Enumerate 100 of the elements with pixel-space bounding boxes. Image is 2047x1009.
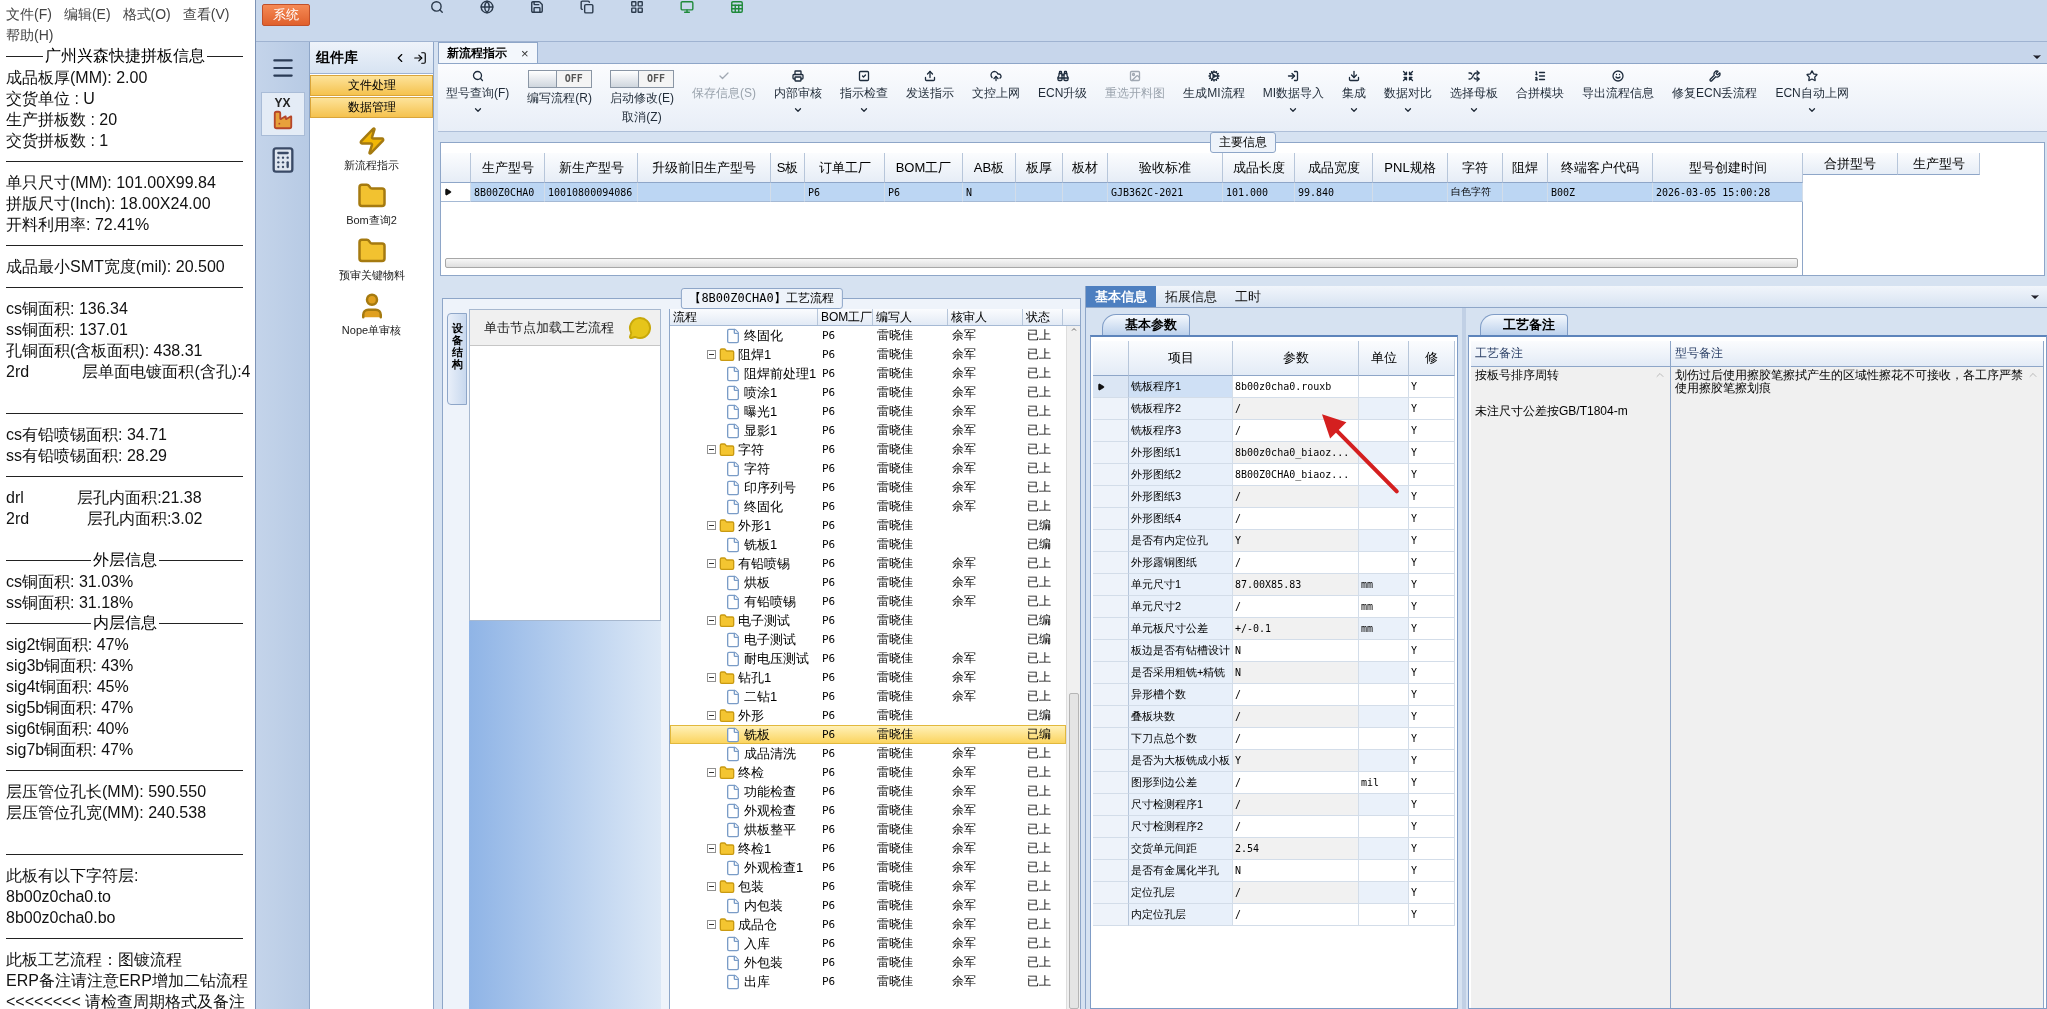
toolbar-button[interactable]: 集成: [1340, 68, 1369, 131]
table-row[interactable]: 是否为大板铣成小板 Y Y: [1093, 750, 1455, 772]
toolbar-button[interactable]: ECN升级: [1036, 68, 1090, 131]
tree-row[interactable]: 内包装 P6 雷晓佳 余军 已上: [670, 896, 1066, 915]
save-icon[interactable]: [530, 0, 544, 14]
collapse-icon[interactable]: [707, 768, 716, 777]
table-row[interactable]: 铣板程序1 8b00z0cha0.rouxb Y: [1093, 376, 1455, 398]
component-item[interactable]: 新流程指示: [344, 158, 399, 173]
toolbar-button[interactable]: 选择母板: [1448, 68, 1501, 131]
tree-row[interactable]: 有铅喷锡 P6 雷晓佳 余军 已上: [670, 592, 1066, 611]
column-header[interactable]: 状态: [1023, 309, 1063, 325]
tree-row[interactable]: 包装 P6 雷晓佳 余军 已上: [670, 877, 1066, 896]
collapse-icon[interactable]: [707, 445, 716, 454]
column-header[interactable]: 生产型号: [1898, 153, 1980, 175]
table-row[interactable]: 8B00Z0CHA0 10010800094086 P6 P6 N GJB362C-2021 101.000 99.840 白色字符 B00Z 2026-03-05 15:00:28: [441, 183, 1802, 202]
column-header[interactable]: 终端客户代码: [1548, 153, 1653, 183]
table-row[interactable]: 下刀点总个数 / Y: [1093, 728, 1455, 750]
table-row[interactable]: 是否采用粗铣+精铣 N Y: [1093, 662, 1455, 684]
table-row[interactable]: 单元尺寸2 / mm Y: [1093, 596, 1455, 618]
column-header[interactable]: 型号创建时间: [1653, 153, 1803, 183]
toolbar-button[interactable]: 修复ECN丢流程: [1670, 68, 1760, 131]
component-item[interactable]: 预审关键物料: [338, 268, 405, 283]
table-row[interactable]: 外形图纸1 8b00z0cha0_biaoz... Y: [1093, 442, 1455, 464]
tree-row[interactable]: 功能检查 P6 雷晓佳 余军 已上: [670, 782, 1066, 801]
toolbar-button[interactable]: ECN自动上网: [1773, 68, 1851, 131]
toolbar-button[interactable]: 合拼模块: [1514, 68, 1567, 131]
table-row[interactable]: 外形露铜图纸 / Y: [1093, 552, 1455, 574]
collapse-icon[interactable]: [707, 673, 716, 682]
table-row[interactable]: 外形图纸2 8B00Z0CHA0_biaoz... Y: [1093, 464, 1455, 486]
section-button[interactable]: 数据管理: [310, 97, 433, 118]
column-header[interactable]: 成品长度: [1223, 153, 1295, 183]
toolbar-button[interactable]: 指示检查: [838, 68, 890, 131]
component-item[interactable]: Nope单审核: [341, 323, 402, 338]
table-row[interactable]: 铣板程序2 / Y: [1093, 398, 1455, 420]
collapse-icon[interactable]: [707, 559, 716, 568]
factory-logo[interactable]: YX: [260, 92, 305, 136]
tree-row[interactable]: 终固化 P6 雷晓佳 余军 已上: [670, 326, 1066, 345]
sign-in-icon[interactable]: [413, 50, 427, 65]
tab[interactable]: 工艺备注: [1480, 314, 1568, 335]
tree-row[interactable]: 电子测试 P6 雷晓佳 已编: [670, 630, 1066, 649]
column-header[interactable]: 升级前旧生产型号: [638, 153, 771, 183]
menu-item[interactable]: 查看(V): [182, 4, 230, 25]
collapse-icon[interactable]: [707, 920, 716, 929]
column-header[interactable]: PNL规格: [1373, 153, 1448, 183]
column-header[interactable]: 项目: [1129, 341, 1233, 376]
tree-row[interactable]: 入库 P6 雷晓佳 余军 已上: [670, 934, 1066, 953]
collapse-icon[interactable]: [707, 521, 716, 530]
column-header[interactable]: 阻焊: [1503, 153, 1548, 183]
column-header[interactable]: 型号备注: [1671, 341, 2044, 366]
grid-icon[interactable]: [630, 0, 644, 14]
collapse-icon[interactable]: [707, 844, 716, 853]
column-header[interactable]: 订单工厂: [805, 153, 885, 183]
collapse-icon[interactable]: [707, 711, 716, 720]
table-row[interactable]: 交货单元间距 2.54 Y: [1093, 838, 1455, 860]
table-row[interactable]: 外形图纸3 / Y: [1093, 486, 1455, 508]
tree-row[interactable]: 耐电压测试 P6 雷晓佳 余军 已上: [670, 649, 1066, 668]
tree-row[interactable]: 终固化 P6 雷晓佳 余军 已上: [670, 497, 1066, 516]
tree-row[interactable]: 阻焊1 P6 雷晓佳 余军 已上: [670, 345, 1066, 364]
column-header[interactable]: 修: [1409, 341, 1455, 376]
tab[interactable]: 拓展信息: [1156, 286, 1226, 307]
tree-row[interactable]: 字符 P6 雷晓佳 余军 已上: [670, 440, 1066, 459]
table-row[interactable]: 是否有内定位孔 Y Y: [1093, 530, 1455, 552]
tree-row[interactable]: 外形1 P6 雷晓佳 已编: [670, 516, 1066, 535]
tree-row[interactable]: 成品清洗 P6 雷晓佳 余军 已上: [670, 744, 1066, 763]
toggle-switch[interactable]: OFF 启动修改(E) 取消(Z): [608, 68, 676, 131]
menu-item[interactable]: 帮助(H): [6, 25, 54, 46]
table-row[interactable]: 单元尺寸1 87.00X85.83 mm Y: [1093, 574, 1455, 596]
table-row[interactable]: 尺寸检测程序2 / Y: [1093, 816, 1455, 838]
table-row[interactable]: 内定位孔层 / Y: [1093, 904, 1455, 926]
toolbar-button[interactable]: 发送指示: [904, 68, 956, 131]
tree-row[interactable]: 钻孔1 P6 雷晓佳 余军 已上: [670, 668, 1066, 687]
column-header[interactable]: 字符: [1448, 153, 1503, 183]
document-tab[interactable]: 新流程指示 ×: [438, 42, 538, 63]
table-row[interactable]: 定位孔层 / Y: [1093, 882, 1455, 904]
toolbar-button[interactable]: 数据对比: [1382, 68, 1435, 131]
tree-row[interactable]: 铣板1 P6 雷晓佳 已编: [670, 535, 1066, 554]
monitor-icon[interactable]: [680, 0, 694, 14]
tree-row[interactable]: 铣板 P6 雷晓佳 已编: [670, 725, 1066, 744]
vertical-tab[interactable]: 设备结构: [447, 313, 467, 405]
toolbar-button[interactable]: 导出流程信息: [1580, 68, 1657, 131]
table-row[interactable]: 图形到边公差 / mil Y: [1093, 772, 1455, 794]
column-header[interactable]: 验收标准: [1108, 153, 1223, 183]
column-header[interactable]: 单位: [1359, 341, 1409, 376]
tree-row[interactable]: 印序列号 P6 雷晓佳 余军 已上: [670, 478, 1066, 497]
search-icon[interactable]: [430, 0, 444, 14]
column-header[interactable]: 生产型号: [471, 153, 545, 183]
toolbar-button[interactable]: 文控上网: [970, 68, 1022, 131]
column-header[interactable]: 板厚: [1016, 153, 1063, 183]
tab[interactable]: 基本参数: [1102, 314, 1190, 335]
table-row[interactable]: 外形图纸4 / Y: [1093, 508, 1455, 530]
table-row[interactable]: 铣板程序3 / Y: [1093, 420, 1455, 442]
tree-row[interactable]: 喷涂1 P6 雷晓佳 余军 已上: [670, 383, 1066, 402]
tree-row[interactable]: 电子测试 P6 雷晓佳 已编: [670, 611, 1066, 630]
collapse-icon[interactable]: [707, 882, 716, 891]
collapse-icon[interactable]: [707, 616, 716, 625]
tree-row[interactable]: 外观检查 P6 雷晓佳 余军 已上: [670, 801, 1066, 820]
column-header[interactable]: BOM工厂: [885, 153, 963, 183]
tree-row[interactable]: 烘板 P6 雷晓佳 余军 已上: [670, 573, 1066, 592]
tree-row[interactable]: 二钻1 P6 雷晓佳 余军 已上: [670, 687, 1066, 706]
column-header[interactable]: 板材: [1063, 153, 1108, 183]
